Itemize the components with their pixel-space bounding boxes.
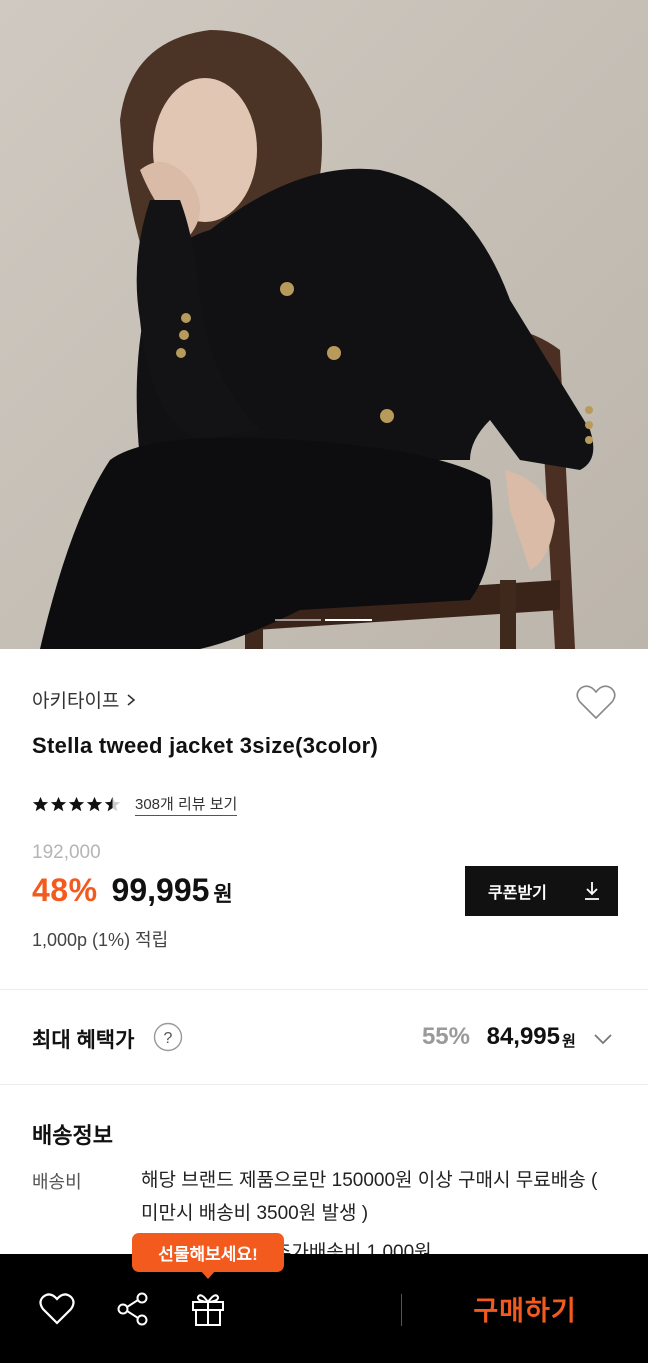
star-icon xyxy=(68,796,85,812)
max-benefit-currency: 원 xyxy=(562,1033,576,1050)
shipping-fee-text: 해당 브랜드 제품으로만 150000원 이상 구매시 무료배송 ( 미만시 배… xyxy=(141,1170,598,1224)
brand-name: 아키타이프 xyxy=(32,691,120,712)
rating-row: 308개 리뷰 보기 xyxy=(32,793,238,816)
gift-icon[interactable] xyxy=(189,1290,227,1328)
gift-tooltip-arrow xyxy=(201,1271,215,1279)
brand-link[interactable]: 아키타이프 xyxy=(32,686,137,713)
section-divider xyxy=(0,1084,648,1085)
gift-tooltip[interactable]: 선물해보세요! xyxy=(132,1233,284,1272)
buy-button[interactable]: 구매하기 xyxy=(420,1282,630,1334)
star-half-icon xyxy=(104,796,121,812)
max-benefit-row[interactable]: 최대 혜택가 ? 55% 84,995 원 xyxy=(0,1016,648,1060)
shipping-fee-label: 배송비 xyxy=(32,1172,82,1192)
star-icon xyxy=(50,796,67,812)
coupon-label: 쿠폰받기 xyxy=(488,885,547,902)
bar-separator xyxy=(401,1294,402,1326)
star-icon xyxy=(86,796,103,812)
coupon-download-button[interactable]: 쿠폰받기 xyxy=(465,866,618,916)
svg-text:?: ? xyxy=(164,1030,173,1047)
max-benefit-price: 84,995 xyxy=(486,1023,560,1050)
review-link[interactable]: 308개 리뷰 보기 xyxy=(135,793,238,816)
reward-points: 1,000p (1%) 적립 xyxy=(32,930,169,950)
max-benefit-label: 최대 혜택가 xyxy=(32,1029,135,1052)
price-row: 48% 99,995 원 xyxy=(32,872,233,909)
shipping-title: 배송정보 xyxy=(32,1123,113,1148)
section-divider xyxy=(0,989,648,990)
original-price: 192,000 xyxy=(32,842,101,863)
pager-dot xyxy=(275,619,321,621)
max-benefit-rate: 55% xyxy=(421,1023,470,1050)
star-icon xyxy=(32,796,49,812)
sale-price: 99,995 xyxy=(111,872,210,908)
bottom-action-bar: 구매하기 xyxy=(0,1254,648,1363)
help-question-icon[interactable]: ? xyxy=(153,1022,183,1052)
share-icon[interactable] xyxy=(114,1290,152,1328)
discount-rate: 48% xyxy=(32,872,98,908)
pager-dot-active xyxy=(325,619,372,621)
heart-icon[interactable] xyxy=(38,1290,76,1328)
chevron-right-icon xyxy=(127,693,136,706)
image-pager xyxy=(0,617,648,623)
product-hero-image[interactable] xyxy=(0,0,648,649)
hero-photo xyxy=(0,0,648,649)
rating-stars xyxy=(32,796,121,813)
chevron-down-icon[interactable] xyxy=(592,1028,614,1050)
product-title: Stella tweed jacket 3size(3color) xyxy=(32,733,379,758)
wishlist-heart-icon[interactable] xyxy=(575,684,617,722)
download-icon xyxy=(585,882,599,900)
currency-unit: 원 xyxy=(213,883,233,906)
